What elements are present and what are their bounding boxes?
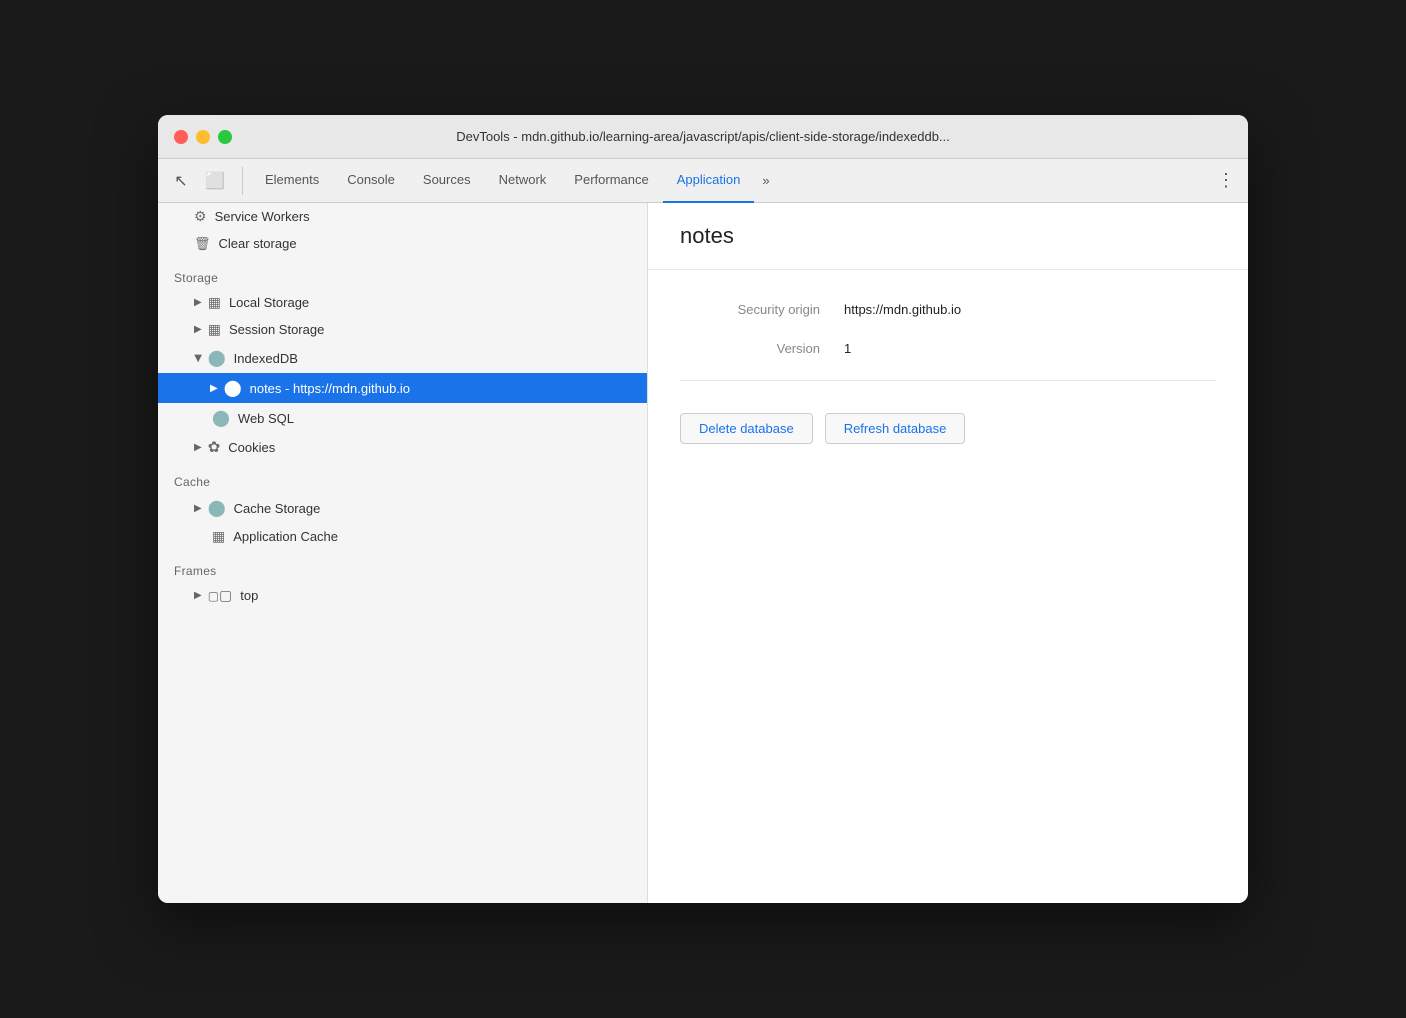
sidebar-item-web-sql[interactable]: ⬤ Web SQL <box>158 403 647 433</box>
devtools-toolbar: ↖ ⬜ Elements Console Sources Network Per… <box>158 159 1248 203</box>
indexeddb-label: IndexedDB <box>234 351 298 366</box>
local-storage-icon: ▦ <box>208 294 221 311</box>
main-area: Service Workers Clear storage Storage ▶ … <box>158 203 1248 903</box>
version-row: Version 1 <box>680 341 1216 356</box>
tab-network[interactable]: Network <box>485 159 561 203</box>
window-title: DevTools - mdn.github.io/learning-area/j… <box>456 129 950 144</box>
application-cache-label: Application Cache <box>233 529 338 544</box>
notes-db-label: notes - https://mdn.github.io <box>250 381 410 396</box>
trash-icon <box>194 235 211 252</box>
arrow-icon: ▶ <box>194 590 202 601</box>
traffic-lights <box>174 130 232 144</box>
sidebar-item-cookies[interactable]: ▶ ✿ Cookies <box>158 433 647 461</box>
sidebar-item-application-cache[interactable]: ▦ Application Cache <box>158 523 647 550</box>
cache-section-label: Cache <box>158 461 647 493</box>
sidebar-service-workers-label: Service Workers <box>215 209 310 224</box>
arrow-icon: ▶ <box>194 297 202 308</box>
devtools-window: DevTools - mdn.github.io/learning-area/j… <box>158 115 1248 903</box>
local-storage-label: Local Storage <box>229 295 309 310</box>
version-label: Version <box>680 341 820 356</box>
frame-icon: ▢ <box>208 587 233 604</box>
security-origin-label: Security origin <box>680 302 820 317</box>
arrow-right-icon: ▶ <box>210 383 218 394</box>
content-title: notes <box>680 223 1216 249</box>
maximize-button[interactable] <box>218 130 232 144</box>
gear-icon <box>194 208 207 225</box>
cookies-label: Cookies <box>228 440 275 455</box>
button-row: Delete database Refresh database <box>680 413 1216 444</box>
sidebar-item-local-storage[interactable]: ▶ ▦ Local Storage <box>158 289 647 316</box>
security-origin-row: Security origin https://mdn.github.io <box>680 302 1216 317</box>
session-storage-icon: ▦ <box>208 321 221 338</box>
more-tabs-button[interactable]: » <box>754 159 777 203</box>
toolbar-end: ⋮ <box>1212 167 1240 195</box>
cookies-icon: ✿ <box>208 438 221 456</box>
divider <box>680 380 1216 381</box>
tabs-container: Elements Console Sources Network Perform… <box>251 159 778 203</box>
security-origin-value: https://mdn.github.io <box>844 302 961 317</box>
menu-icon[interactable]: ⋮ <box>1212 167 1240 195</box>
sidebar: Service Workers Clear storage Storage ▶ … <box>158 203 648 903</box>
indexeddb-icon: ⬤ <box>208 348 226 368</box>
frames-section-label: Frames <box>158 550 647 582</box>
sidebar-item-top[interactable]: ▶ ▢ top <box>158 582 647 609</box>
arrow-icon: ▶ <box>194 503 202 514</box>
device-icon[interactable]: ⬜ <box>200 167 230 195</box>
session-storage-label: Session Storage <box>229 322 324 337</box>
sidebar-clear-storage-label: Clear storage <box>219 236 297 251</box>
delete-database-button[interactable]: Delete database <box>680 413 813 444</box>
sidebar-item-service-workers[interactable]: Service Workers <box>158 203 647 230</box>
version-value: 1 <box>844 341 851 356</box>
app-cache-icon: ▦ <box>212 528 225 545</box>
content-body: Security origin https://mdn.github.io Ve… <box>648 270 1248 476</box>
websql-label: Web SQL <box>238 411 294 426</box>
cache-storage-icon: ⬤ <box>208 498 226 518</box>
notes-db-icon: ⬤ <box>224 378 242 398</box>
tab-elements[interactable]: Elements <box>251 159 333 203</box>
sidebar-item-cache-storage[interactable]: ▶ ⬤ Cache Storage <box>158 493 647 523</box>
sidebar-item-session-storage[interactable]: ▶ ▦ Session Storage <box>158 316 647 343</box>
arrow-icon: ▶ <box>194 324 202 335</box>
websql-icon: ⬤ <box>212 408 230 428</box>
sidebar-item-indexeddb[interactable]: ▶ ⬤ IndexedDB <box>158 343 647 373</box>
toolbar-icons: ↖ ⬜ <box>166 167 243 195</box>
content-area: notes Security origin https://mdn.github… <box>648 203 1248 903</box>
arrow-icon: ▶ <box>194 442 202 453</box>
sidebar-item-clear-storage[interactable]: Clear storage <box>158 230 647 257</box>
tab-sources[interactable]: Sources <box>409 159 485 203</box>
titlebar: DevTools - mdn.github.io/learning-area/j… <box>158 115 1248 159</box>
sidebar-item-notes-db[interactable]: ▶ ⬤ notes - https://mdn.github.io <box>158 373 647 403</box>
refresh-database-button[interactable]: Refresh database <box>825 413 966 444</box>
content-header: notes <box>648 203 1248 270</box>
tab-performance[interactable]: Performance <box>560 159 662 203</box>
close-button[interactable] <box>174 130 188 144</box>
cache-storage-label: Cache Storage <box>234 501 321 516</box>
arrow-down-icon: ▶ <box>192 354 203 362</box>
cursor-icon[interactable]: ↖ <box>166 167 196 195</box>
minimize-button[interactable] <box>196 130 210 144</box>
top-label: top <box>240 588 258 603</box>
tab-console[interactable]: Console <box>333 159 409 203</box>
tab-application[interactable]: Application <box>663 159 755 203</box>
storage-section-label: Storage <box>158 257 647 289</box>
